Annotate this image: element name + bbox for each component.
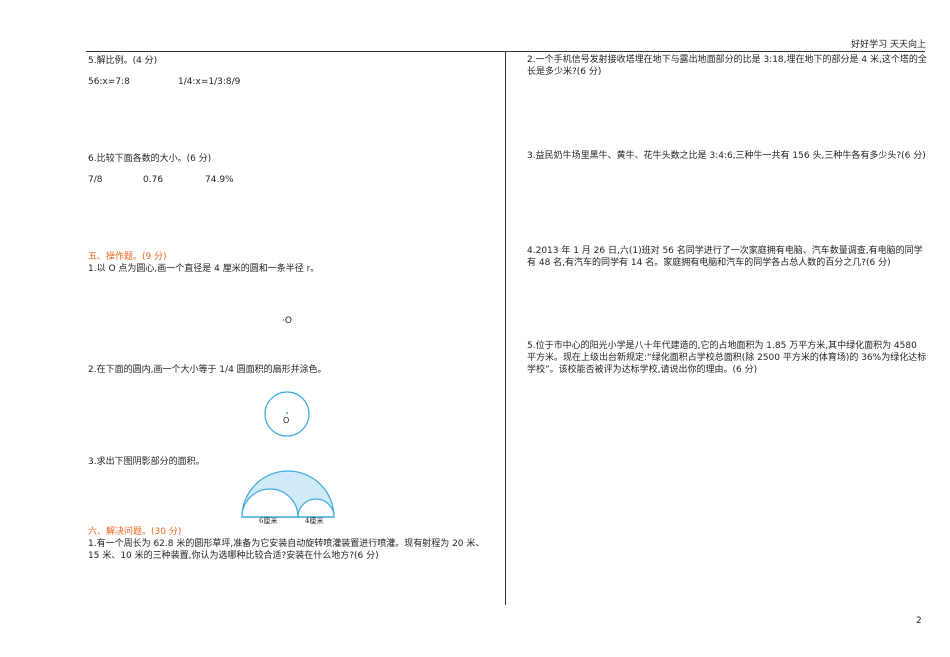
right-q5: 5.位于市中心的阳光小学是八十年代建造的,它的占地面积为 1.85 万平方米,其… [527,341,927,375]
section6-title: 六、解决问题。(30 分) [88,527,182,537]
header-slogan: 好好学习 天天向上 [851,40,926,50]
section6-q1: 1.有一个周长为 62.8 米的圆形草坪,准备为它安装自动旋转喷灌装置进行喷灌。… [88,539,485,561]
right-q4: 4.2013 年 1 月 26 日,六(1)班对 56 名同学进行了一次家庭拥有… [527,246,923,268]
section5-q2: 2.在下面的圆内,画一个大小等于 1/4 圆面积的扇形并涂色。 [88,365,327,375]
figure-label-6cm: 6厘米 [259,517,278,525]
q6-title: 6.比较下面各数的大小。(6 分) [88,154,212,164]
q5-equation-1: 56:x=7:8 [88,77,130,87]
section5-title: 五、操作题。(9 分) [88,252,167,262]
q6-number-3: 74.9% [205,175,234,185]
q6-number-1: 7/8 [88,175,103,185]
section5-q1: 1.以 O 点为圆心,画一个直径是 4 厘米的圆和一条半径 r。 [88,264,320,274]
q5-title: 5.解比例。(4 分) [88,56,158,66]
column-divider [505,51,506,605]
right-q3: 3.益民奶牛场里黑牛、黄牛、花牛头数之比是 3:4:6,三种牛一共有 156 头… [527,151,926,161]
circle-center-label: O [283,416,290,425]
section5-q3: 3.求出下图阴影部分的面积。 [88,457,205,467]
page-number: 2 [916,616,922,626]
right-q2: 2.一个手机信号发射接收塔埋在地下与露出地面部分的比是 3:18,埋在地下的部分… [527,55,927,77]
q6-number-2: 0.76 [143,175,164,185]
figure-label-4cm: 4厘米 [305,517,324,525]
point-o-label: ·O [282,316,292,326]
q5-equation-2: 1/4:x=1/3:8/9 [178,77,241,87]
